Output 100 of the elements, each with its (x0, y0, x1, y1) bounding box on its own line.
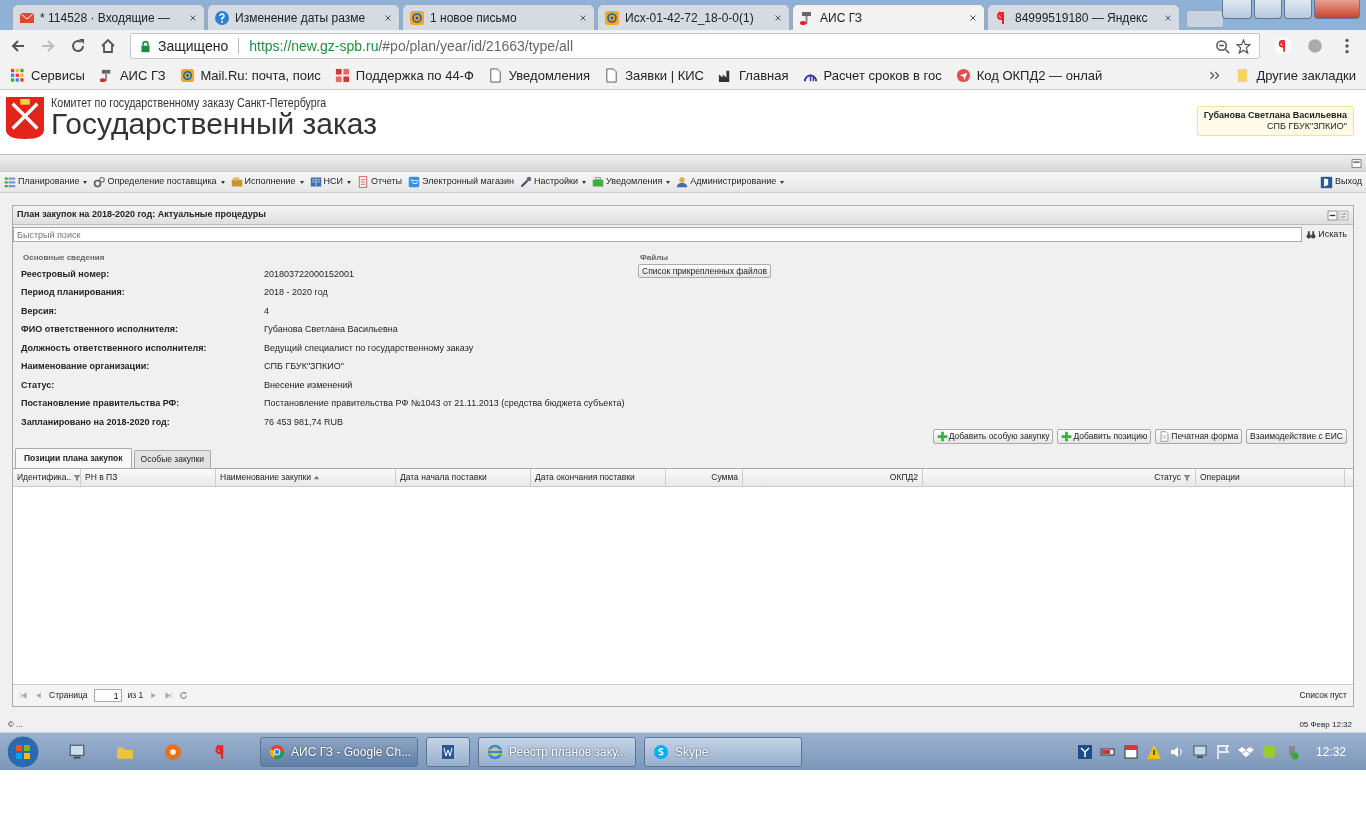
plus-icon (936, 431, 948, 442)
field-label: Постановление правительства РФ: (21, 397, 181, 410)
bookmark-link[interactable]: АИС ГЗ (98, 65, 166, 86)
address-bar[interactable]: Защищено https://new.gz-spb.ru/#po/plan/year/id/21663/type/all (130, 33, 1260, 59)
profile-button[interactable] (1222, 0, 1252, 19)
column-header[interactable]: Наименование закупки (216, 469, 396, 486)
logout-link[interactable]: Выход (1320, 175, 1362, 189)
close-icon[interactable] (1163, 12, 1173, 23)
date-time-text: 05 Февр 12:32 (1299, 719, 1352, 731)
browser-tab[interactable]: 84999519180 — Яндекс (987, 4, 1180, 30)
list-icon (4, 176, 16, 188)
action-button[interactable]: Добавить особую закупку (932, 429, 1054, 444)
wrench-icon (519, 176, 532, 188)
bookmark-link[interactable]: Заявки | КИС (604, 65, 704, 86)
browser-tab[interactable]: АИС ГЗ (792, 4, 985, 30)
user-icon (676, 176, 689, 188)
calendar-icon[interactable] (1122, 743, 1139, 760)
collapse-icon[interactable] (1351, 157, 1362, 169)
gears-icon (93, 176, 106, 188)
menu-item[interactable]: Планирование (4, 175, 88, 189)
tab[interactable]: Позиции плана закупок (15, 448, 132, 468)
files-button[interactable]: Список прикрепленных файлов (638, 264, 772, 278)
media-player-icon[interactable] (164, 742, 182, 761)
menu-item[interactable]: Настройки (519, 175, 587, 189)
bookmark-link[interactable]: Уведомления (487, 65, 591, 86)
field-value: 76 453 981,74 RUB (264, 415, 344, 429)
menu-item[interactable]: Уведомления (592, 175, 671, 189)
computer-icon[interactable] (68, 742, 86, 761)
alert-icon[interactable] (1145, 743, 1162, 760)
search-button[interactable]: Искать (1304, 227, 1353, 242)
document-w-icon (440, 743, 456, 760)
bookmark-link[interactable]: Поддержка по 44-Ф (334, 65, 474, 86)
bookmark-link[interactable]: Mail.Ru: почта, поис (179, 65, 321, 86)
close-icon[interactable] (968, 12, 978, 23)
start-button[interactable] (6, 734, 40, 769)
home-icon[interactable] (100, 38, 116, 54)
document-icon (604, 68, 620, 83)
back-arrow-icon[interactable] (10, 38, 26, 54)
column-header[interactable]: Идентифика.. (13, 469, 81, 486)
bookmark-folder[interactable]: Другие закладки (1235, 65, 1356, 86)
bookmark-link[interactable]: Код ОКПД2 — онлай (955, 65, 1103, 86)
close-icon[interactable] (188, 12, 198, 23)
yandex-icon[interactable] (1274, 37, 1292, 55)
cart-icon (408, 176, 421, 188)
menu-item[interactable]: НСИ (309, 175, 351, 189)
maximize-button[interactable] (1284, 0, 1312, 19)
action-button[interactable]: Добавить позицию (1057, 429, 1152, 444)
last-page-icon[interactable] (164, 691, 174, 700)
menu-item[interactable]: Электронный магазин (408, 175, 514, 189)
url-text: https://new.gz-spb.ru/#po/plan/year/id/21663/type/all (249, 36, 574, 56)
taskbar-button[interactable] (426, 736, 470, 767)
menu-item[interactable]: Отчеты (356, 175, 403, 189)
reload-icon[interactable] (70, 38, 86, 54)
chevron-icon[interactable] (1208, 69, 1222, 82)
tab[interactable]: Особые закупки (133, 450, 212, 468)
close-button[interactable] (1314, 0, 1360, 19)
paper-plane-icon (955, 68, 971, 83)
column-header[interactable]: ОКПД2 (743, 469, 923, 486)
menu-item[interactable]: Определение поставщика (93, 175, 225, 189)
minimize-icon[interactable] (1327, 209, 1338, 221)
search-field[interactable]: Быстрый поиск (13, 227, 1303, 242)
copyright-text: © ... (8, 719, 23, 731)
browser-icon (269, 743, 285, 760)
column-header[interactable]: Дата окончания поставки (531, 469, 666, 486)
flag-icon[interactable] (1214, 743, 1231, 760)
next-page-icon[interactable] (149, 691, 159, 700)
column-header[interactable]: РН в ПЗ (81, 469, 216, 486)
action-button[interactable]: Печатная форма (1155, 429, 1243, 444)
bookmark-link[interactable]: Сервисы (10, 65, 85, 86)
field-label: Статус: (21, 378, 56, 392)
computer-icon[interactable] (1191, 743, 1208, 760)
browser-tab[interactable]: Изменение даты разме (207, 4, 400, 30)
field-label: Реестровый номер: (21, 267, 111, 281)
book-icon (309, 176, 322, 188)
reload-icon[interactable] (179, 691, 189, 700)
bookmark-link[interactable]: Расчет сроков в гос (802, 65, 942, 86)
padlock-icon (139, 39, 152, 53)
action-button[interactable]: Взаимодействие с ЕИС (1246, 429, 1347, 444)
page-count: из 1 (127, 689, 144, 702)
document-icon (487, 68, 503, 83)
column-header[interactable]: Операции (1196, 469, 1345, 486)
apps-grid-icon (10, 68, 25, 83)
close-icon[interactable] (578, 12, 588, 23)
column-header[interactable]: Дата начала поставки (396, 469, 531, 486)
menu-item[interactable]: Администрирование (676, 175, 785, 189)
browser-tab[interactable]: Исх-01-42-72_18-0-0(1) (597, 4, 790, 30)
close-icon[interactable] (773, 12, 783, 23)
column-header[interactable]: Статус (923, 469, 1196, 486)
menu-item[interactable]: Исполнение (230, 175, 304, 189)
browser-tab[interactable]: 1 новое письмо (402, 4, 595, 30)
empty-list-text: Список пуст (1299, 689, 1347, 702)
bookmark-link[interactable]: Главная (718, 65, 789, 86)
column-header[interactable]: Сумма (666, 469, 743, 486)
plus-icon (1061, 431, 1073, 442)
close-icon[interactable] (383, 12, 393, 23)
previous-page-icon[interactable] (34, 691, 43, 700)
minimize-button[interactable] (1254, 0, 1282, 19)
page-number-field[interactable]: 1 (93, 689, 122, 702)
first-page-icon[interactable] (19, 691, 28, 700)
browser-tab[interactable]: * 114528 · Входящие — (12, 4, 205, 30)
